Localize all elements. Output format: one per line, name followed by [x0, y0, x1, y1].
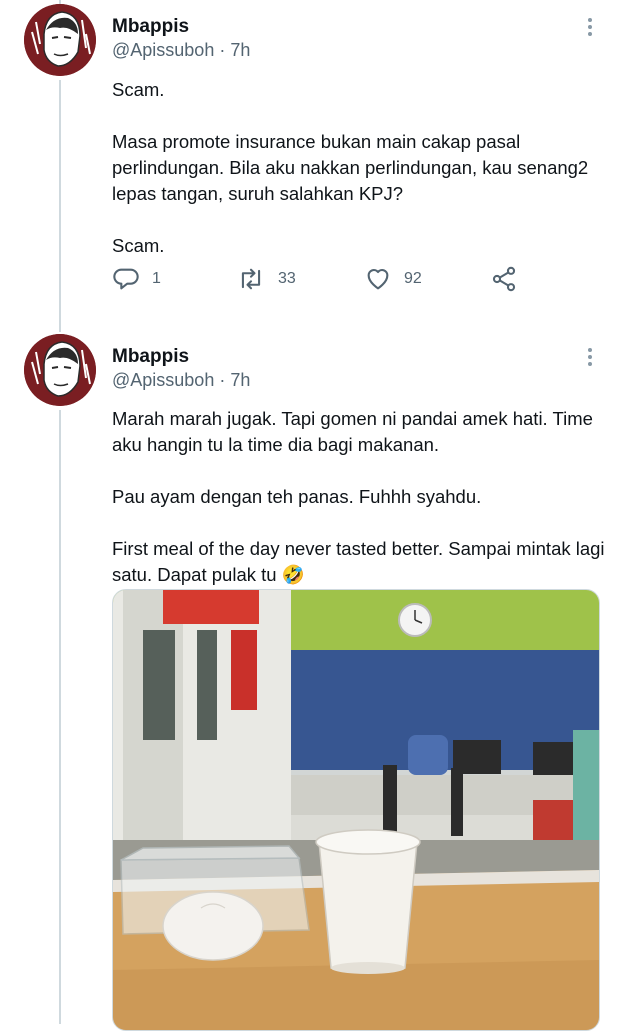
like-count: 92	[404, 270, 422, 287]
heart-icon	[367, 269, 389, 290]
avatar[interactable]	[24, 334, 96, 406]
avatar-illustration	[24, 334, 96, 406]
timestamp[interactable]: 7h	[230, 40, 250, 60]
like-button[interactable]: 92	[364, 262, 422, 296]
photo-image	[113, 590, 599, 1030]
handle-line: @Apissuboh · 7h	[112, 40, 250, 61]
retweet-button[interactable]: 33	[236, 262, 296, 296]
separator-dot: ·	[219, 370, 231, 390]
more-icon[interactable]	[588, 348, 594, 369]
thread-line-bottom	[59, 410, 61, 1024]
share-icon	[492, 266, 516, 292]
tweet-actions: 1 33 92	[112, 262, 522, 296]
tweet-paragraph: Scam.	[112, 235, 165, 256]
more-icon[interactable]	[588, 18, 594, 39]
avatar[interactable]	[24, 4, 96, 76]
retweet-icon	[241, 268, 261, 290]
reply-count: 1	[152, 270, 161, 287]
timestamp[interactable]: 7h	[230, 370, 250, 390]
thread-line	[59, 80, 61, 332]
tweet-photo[interactable]	[112, 589, 600, 1031]
reply-button[interactable]: 1	[112, 262, 161, 296]
tweet-text: Scam. Masa promote insurance bukan main …	[112, 77, 607, 285]
tweet-paragraph: Scam.	[112, 79, 165, 100]
display-name[interactable]: Mbappis	[112, 346, 189, 368]
tweet-paragraph: Marah marah jugak. Tapi gomen ni pandai …	[112, 408, 593, 455]
user-handle[interactable]: @Apissuboh	[112, 370, 214, 390]
tweet-paragraph: First meal of the day never tasted bette…	[112, 538, 605, 585]
user-handle[interactable]: @Apissuboh	[112, 40, 214, 60]
share-button[interactable]	[490, 262, 518, 296]
handle-line: @Apissuboh · 7h	[112, 370, 250, 391]
separator-dot: ·	[219, 40, 231, 60]
reply-icon	[113, 268, 139, 290]
tweet-text: Marah marah jugak. Tapi gomen ni pandai …	[112, 406, 607, 614]
avatar-illustration	[24, 4, 96, 76]
retweet-count: 33	[278, 270, 296, 287]
display-name[interactable]: Mbappis	[112, 16, 189, 38]
tweet-paragraph: Pau ayam dengan teh panas. Fuhhh syahdu.	[112, 486, 482, 507]
tweet-paragraph: Masa promote insurance bukan main cakap …	[112, 131, 589, 204]
